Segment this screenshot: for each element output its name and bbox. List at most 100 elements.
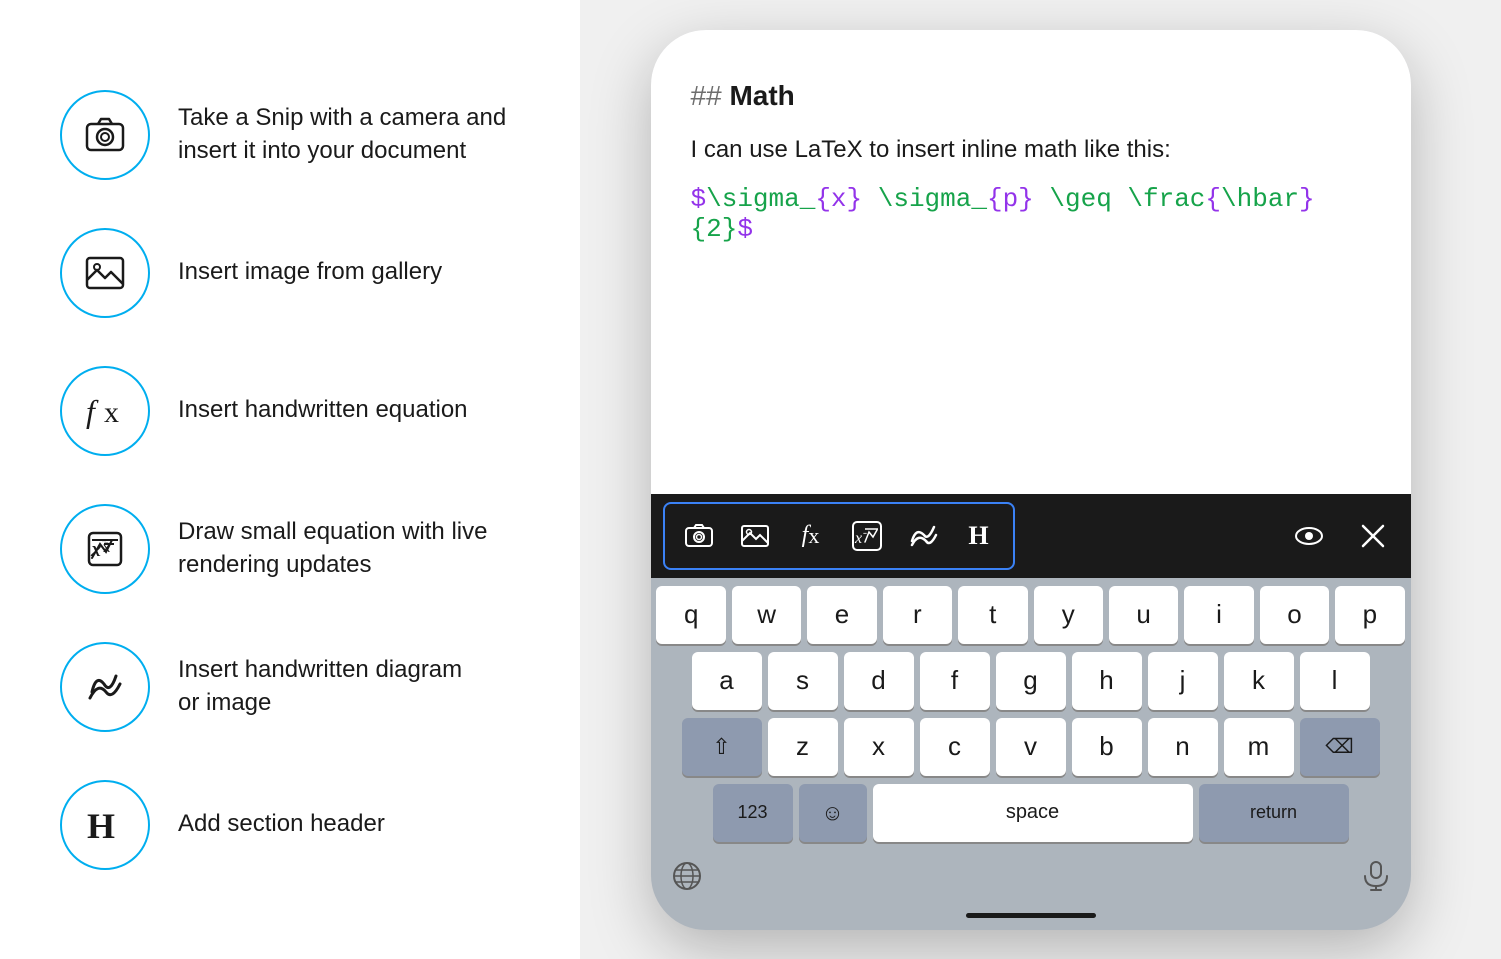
- right-panel: ## Math I can use LaTeX to insert inline…: [580, 0, 1501, 959]
- header-icon: H: [82, 802, 128, 848]
- fx-icon-circle: f x: [60, 366, 150, 456]
- header-label: Add section header: [178, 808, 385, 840]
- feature-draw-eq: x ̄ x x̄ Draw small equation with livere…: [60, 504, 520, 594]
- key-v[interactable]: v: [996, 718, 1066, 776]
- fx-label: Insert handwritten equation: [178, 394, 468, 426]
- keyboard-bottom: [651, 850, 1411, 905]
- key-n[interactable]: n: [1148, 718, 1218, 776]
- key-a[interactable]: a: [692, 652, 762, 710]
- draw-eq-icon: x ̄ x x̄: [82, 526, 128, 572]
- key-e[interactable]: e: [807, 586, 876, 644]
- home-indicator: [966, 913, 1096, 918]
- doc-title: ## Math: [691, 80, 1371, 112]
- key-m[interactable]: m: [1224, 718, 1294, 776]
- fx-icon: f x: [82, 388, 128, 434]
- toolbar-preview-btn[interactable]: [1283, 510, 1335, 562]
- toolbar-header-btn[interactable]: H: [953, 510, 1005, 562]
- feature-header: H Add section header: [60, 780, 520, 870]
- key-row-3: ⇧ z x c v b n m ⌫: [657, 718, 1405, 776]
- key-x[interactable]: x: [844, 718, 914, 776]
- key-row-1: q w e r t y u i o p: [657, 586, 1405, 644]
- svg-text:x: x: [854, 530, 862, 547]
- doc-body: I can use LaTeX to insert inline math li…: [691, 136, 1371, 164]
- key-y[interactable]: y: [1034, 586, 1103, 644]
- key-j[interactable]: j: [1148, 652, 1218, 710]
- key-b[interactable]: b: [1072, 718, 1142, 776]
- svg-text:̄: ̄: [863, 532, 867, 533]
- key-r[interactable]: r: [883, 586, 952, 644]
- latex-brace3: {: [1205, 184, 1221, 214]
- feature-image: Insert image from gallery: [60, 228, 520, 318]
- home-bar: [651, 905, 1411, 930]
- toolbar-draw-eq-btn[interactable]: x ̄: [841, 510, 893, 562]
- key-123[interactable]: 123: [713, 784, 793, 842]
- key-row-2: a s d f g h j k l: [657, 652, 1405, 710]
- key-u[interactable]: u: [1109, 586, 1178, 644]
- latex-dollar-open: $: [691, 184, 707, 214]
- key-g[interactable]: g: [996, 652, 1066, 710]
- key-return[interactable]: return: [1199, 784, 1349, 842]
- toolbar-right-group: [1283, 510, 1399, 562]
- globe-btn[interactable]: [671, 860, 703, 897]
- toolbar-camera-btn[interactable]: [673, 510, 725, 562]
- latex-sigma-x: \sigma_: [706, 184, 815, 214]
- key-k[interactable]: k: [1224, 652, 1294, 710]
- phone-mockup: ## Math I can use LaTeX to insert inline…: [651, 30, 1411, 930]
- key-s[interactable]: s: [768, 652, 838, 710]
- keyboard-toolbar: fx x ̄: [651, 494, 1411, 578]
- key-delete[interactable]: ⌫: [1300, 718, 1380, 776]
- scribble-icon: [82, 664, 128, 710]
- key-shift[interactable]: ⇧: [682, 718, 762, 776]
- image-icon: [82, 250, 128, 296]
- camera-icon: [82, 112, 128, 158]
- latex-frac-denom: {2}: [691, 214, 738, 244]
- key-f[interactable]: f: [920, 652, 990, 710]
- toolbar-left-group: fx x ̄: [663, 502, 1015, 570]
- latex-geq: \geq \frac: [1034, 184, 1206, 214]
- scribble-icon-circle: [60, 642, 150, 732]
- key-q[interactable]: q: [656, 586, 725, 644]
- key-c[interactable]: c: [920, 718, 990, 776]
- svg-text:f: f: [86, 393, 99, 429]
- latex-brace1: {x}: [815, 184, 862, 214]
- key-t[interactable]: t: [958, 586, 1027, 644]
- key-i[interactable]: i: [1184, 586, 1253, 644]
- key-space[interactable]: space: [873, 784, 1193, 842]
- latex-sigma-p: \sigma_: [862, 184, 987, 214]
- key-h[interactable]: h: [1072, 652, 1142, 710]
- toolbar-close-btn[interactable]: [1347, 510, 1399, 562]
- image-icon-circle: [60, 228, 150, 318]
- latex-brace4: }: [1299, 184, 1315, 214]
- svg-text:H: H: [87, 806, 115, 846]
- doc-title-prefix: ##: [691, 80, 730, 111]
- key-d[interactable]: d: [844, 652, 914, 710]
- key-w[interactable]: w: [732, 586, 801, 644]
- feature-camera: Take a Snip with a camera andinsert it i…: [60, 90, 520, 180]
- toolbar-scribble-btn[interactable]: [897, 510, 949, 562]
- key-emoji[interactable]: ☺: [799, 784, 867, 842]
- image-label: Insert image from gallery: [178, 256, 442, 288]
- key-z[interactable]: z: [768, 718, 838, 776]
- mic-btn[interactable]: [1361, 860, 1391, 897]
- doc-title-text: Math: [729, 80, 794, 111]
- latex-dollar-close: $: [737, 214, 753, 244]
- key-p[interactable]: p: [1335, 586, 1404, 644]
- key-o[interactable]: o: [1260, 586, 1329, 644]
- feature-fx: f x Insert handwritten equation: [60, 366, 520, 456]
- latex-brace2: {p}: [987, 184, 1034, 214]
- latex-expression: $\sigma_{x} \sigma_{p} \geq \frac{\hbar}…: [691, 184, 1371, 244]
- phone-content: ## Math I can use LaTeX to insert inline…: [651, 30, 1411, 494]
- key-row-4: 123 ☺ space return: [657, 784, 1405, 842]
- draw-eq-label: Draw small equation with liverendering u…: [178, 516, 487, 581]
- left-panel: Take a Snip with a camera andinsert it i…: [0, 0, 580, 959]
- toolbar-image-btn[interactable]: [729, 510, 781, 562]
- draw-eq-icon-circle: x ̄ x x̄: [60, 504, 150, 594]
- header-icon-circle: H: [60, 780, 150, 870]
- keyboard: q w e r t y u i o p a s d f g h j k: [651, 578, 1411, 850]
- camera-icon-circle: [60, 90, 150, 180]
- svg-text:x: x: [104, 396, 119, 429]
- key-l[interactable]: l: [1300, 652, 1370, 710]
- camera-label: Take a Snip with a camera andinsert it i…: [178, 102, 506, 167]
- latex-hbar: \hbar: [1221, 184, 1299, 214]
- toolbar-fx-btn[interactable]: fx: [785, 510, 837, 562]
